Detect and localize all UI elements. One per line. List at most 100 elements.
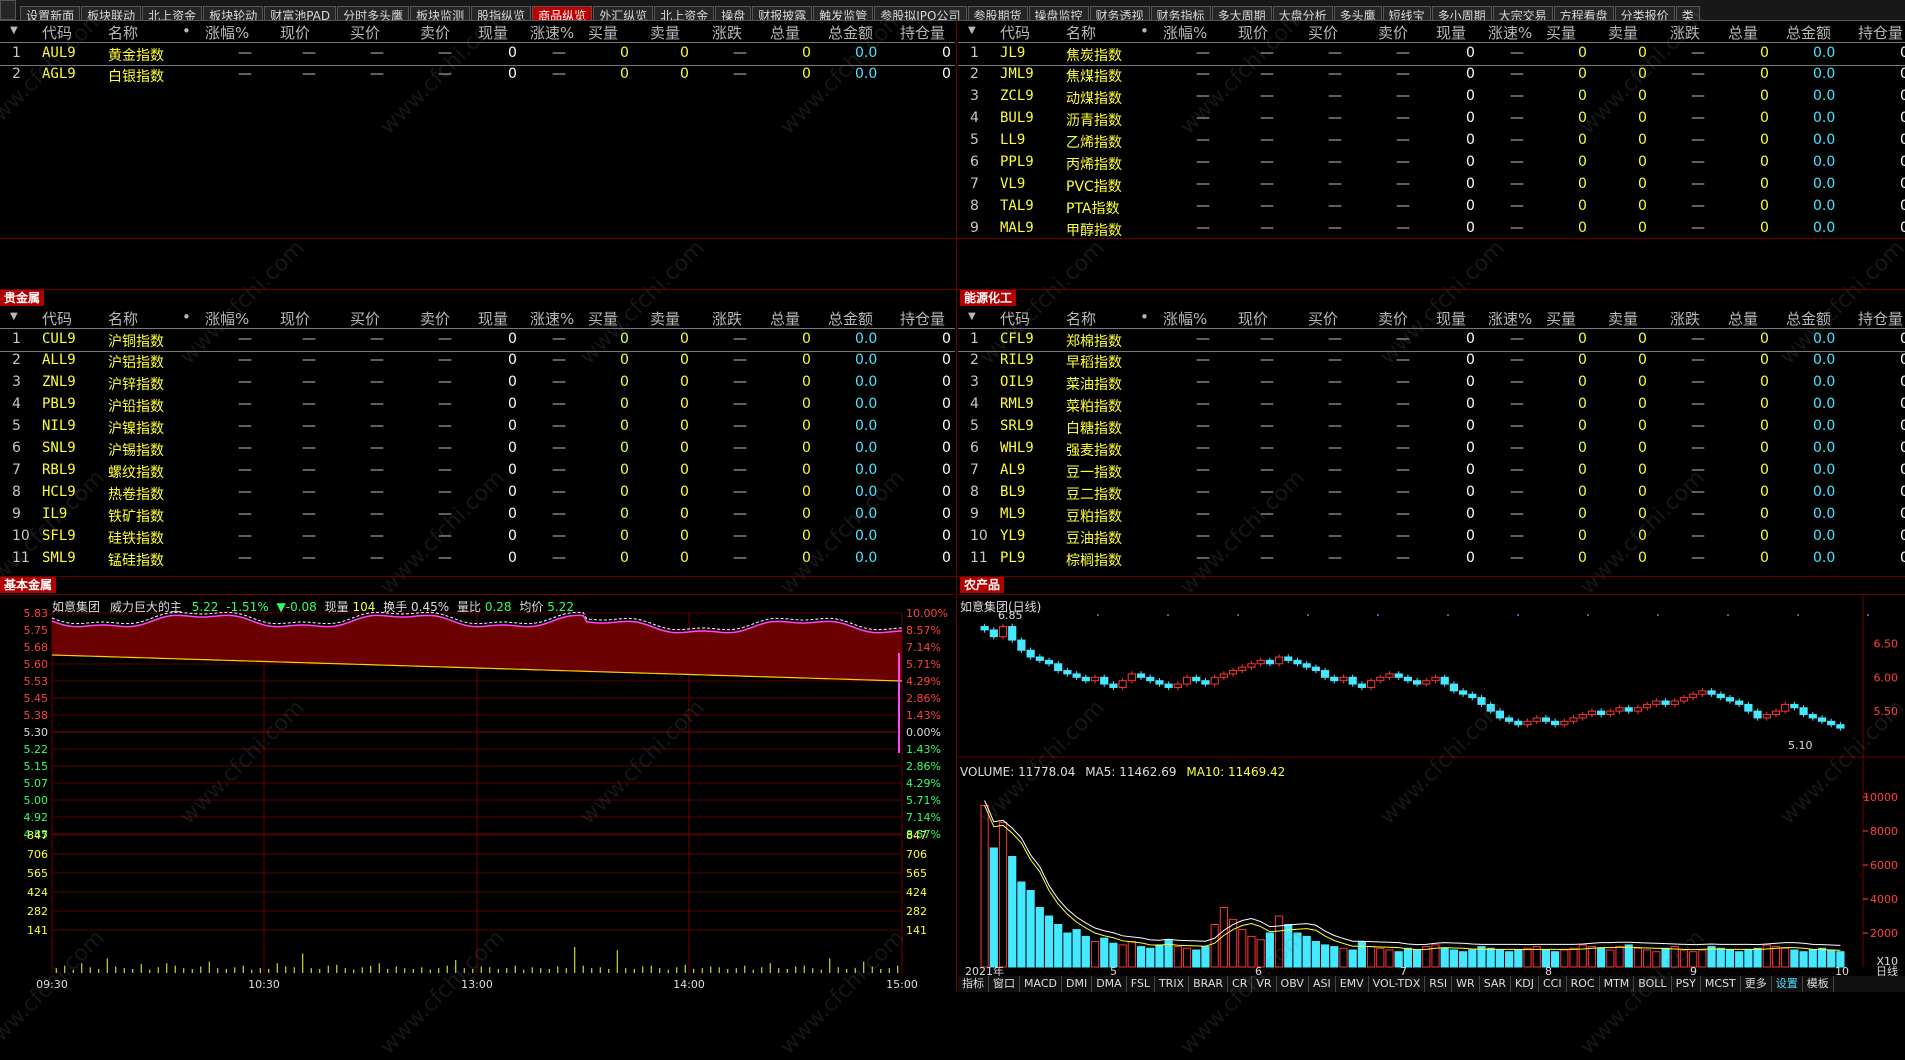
indicator-tab[interactable]: VOL-TDX [1369,976,1426,992]
col-header[interactable]: 涨幅% [205,308,249,329]
indicator-tab[interactable]: ASI [1309,976,1336,992]
indicator-tab[interactable]: EMV [1336,976,1369,992]
table-row[interactable]: 6 PPL9 丙烯指数 — — — — 0 — 0 0 — 0 0.0 0 [958,152,1905,174]
indicator-tab[interactable]: 窗口 [989,976,1020,992]
indicator-tab[interactable]: SAR [1480,976,1512,992]
table-row[interactable]: 2 ALL9 沪铝指数 — — — — 0 — 0 0 — 0 0.0 0 [0,350,955,372]
col-header[interactable]: 涨速% [1488,308,1532,329]
col-header[interactable]: 总量 [1728,22,1758,43]
table-row[interactable]: 10 SFL9 硅铁指数 — — — — 0 — 0 0 — 0 0.0 0 [0,526,955,548]
table-row[interactable]: 4 PBL9 沪铅指数 — — — — 0 — 0 0 — 0 0.0 0 [0,394,955,416]
tab-7[interactable]: 股指纵览 [471,6,532,20]
indicator-tab[interactable]: OBV [1277,976,1309,992]
col-header[interactable]: 涨幅% [205,22,249,43]
indicator-tab[interactable]: CR [1228,976,1253,992]
panel-label-base-metal[interactable]: 基本金属 [0,577,57,593]
col-header[interactable]: 持仓量 [1858,22,1903,43]
indicator-tab[interactable]: 模板 [1803,976,1834,992]
col-header[interactable]: 买价 [350,22,380,43]
col-header[interactable]: • [1140,22,1149,40]
col-header[interactable]: 涨速% [1488,22,1532,43]
table-row[interactable]: 8 BL9 豆二指数 — — — — 0 — 0 0 — 0 0.0 0 [958,482,1905,504]
table-row[interactable]: 9 MAL9 甲醇指数 — — — — 0 — 0 0 — 0 0.0 0 [958,218,1905,238]
tab-6[interactable]: 板块监测 [410,6,471,20]
table-row[interactable]: 7 AL9 豆一指数 — — — — 0 — 0 0 — 0 0.0 0 [958,460,1905,482]
col-header[interactable]: 总量 [770,308,800,329]
tab-27[interactable]: 类 [1675,6,1700,20]
indicator-tab[interactable]: 更多 [1741,976,1772,992]
table-row[interactable]: 10 YL9 豆油指数 — — — — 0 — 0 0 — 0 0.0 0 [958,526,1905,548]
tab-14[interactable]: 参股拟IPO公司 [874,6,967,20]
indicator-tab[interactable]: ROC [1567,976,1600,992]
indicator-tab[interactable]: KDJ [1511,976,1539,992]
col-header[interactable]: 代码 [1000,22,1030,43]
indicator-tab[interactable]: 设置 [1772,976,1803,992]
col-header[interactable]: 买量 [588,22,618,43]
col-header[interactable]: 总量 [770,22,800,43]
tab-13[interactable]: 触发监管 [813,6,874,20]
col-header[interactable]: 卖量 [1608,22,1638,43]
table-row[interactable]: 3 OIL9 菜油指数 — — — — 0 — 0 0 — 0 0.0 0 [958,372,1905,394]
tab-9[interactable]: 外汇纵览 [593,6,654,20]
tab-26[interactable]: 分类报价 [1614,6,1675,20]
table-row[interactable]: 1 AUL9 黄金指数 — — — — 0 — 0 0 — 0 0.0 0 [0,42,955,66]
col-header[interactable]: 持仓量 [900,22,945,43]
indicator-tab[interactable]: TRIX [1155,976,1190,992]
col-header[interactable]: 买量 [1546,308,1576,329]
col-header[interactable]: 名称 [1066,22,1096,43]
col-header[interactable]: 现价 [280,22,310,43]
col-header[interactable]: 现量 [478,22,508,43]
col-header[interactable]: 总金额 [1786,308,1831,329]
col-header[interactable]: 买价 [1308,308,1338,329]
sort-arrow-icon[interactable]: ▼ [10,311,18,322]
col-header[interactable]: 卖量 [650,308,680,329]
col-header[interactable]: 现价 [280,308,310,329]
indicator-tab[interactable]: MCST [1701,976,1741,992]
col-header[interactable]: • [182,22,191,40]
table-row[interactable]: 8 HCL9 热卷指数 — — — — 0 — 0 0 — 0 0.0 0 [0,482,955,504]
sort-arrow-icon[interactable]: ▼ [10,25,18,36]
indicator-tab[interactable]: WR [1452,976,1480,992]
table-row[interactable]: 6 WHL9 强麦指数 — — — — 0 — 0 0 — 0 0.0 0 [958,438,1905,460]
col-header[interactable]: 涨跌 [712,22,742,43]
daily-chart[interactable]: 如意集团(日线) VOLUME: 11778.04 MA5: 11462.69 … [958,594,1905,992]
tab-25[interactable]: 方程看盘 [1553,6,1614,20]
table-row[interactable]: 5 LL9 乙烯指数 — — — — 0 — 0 0 — 0 0.0 0 [958,130,1905,152]
table-row[interactable]: 9 IL9 铁矿指数 — — — — 0 — 0 0 — 0 0.0 0 [0,504,955,526]
col-header[interactable]: 代码 [42,22,72,43]
table-row[interactable]: 5 SRL9 白糖指数 — — — — 0 — 0 0 — 0 0.0 0 [958,416,1905,438]
tab-2[interactable]: 北上资金 [142,6,203,20]
intraday-chart[interactable]: 如意集团 威力巨大的主 5.22 -1.51% ▼-0.08 现量 104 换手… [0,594,955,992]
tab-19[interactable]: 多大周期 [1211,6,1272,20]
tab-12[interactable]: 财报披露 [752,6,813,20]
col-header[interactable]: 涨速% [530,22,574,43]
col-header[interactable]: 卖价 [420,22,450,43]
tab-3[interactable]: 板块轮动 [203,6,264,20]
col-header[interactable]: 涨跌 [1670,308,1700,329]
col-header[interactable]: 买价 [1308,22,1338,43]
col-header[interactable]: 涨跌 [1670,22,1700,43]
panel-label-energy[interactable]: 能源化工 [960,290,1017,306]
tab-5[interactable]: 分时多头鹰 [337,6,410,20]
indicator-tab[interactable]: RSI [1425,976,1453,992]
tab-10[interactable]: 北上资金 [654,6,715,20]
indicator-tab[interactable]: CCI [1539,976,1567,992]
table-row[interactable]: 11 PL9 棕榈指数 — — — — 0 — 0 0 — 0 0.0 0 [958,548,1905,570]
indicator-tab[interactable]: BRAR [1189,976,1229,992]
table-row[interactable]: 7 RBL9 螺纹指数 — — — — 0 — 0 0 — 0 0.0 0 [0,460,955,482]
tab-21[interactable]: 多头鹰 [1333,6,1382,20]
col-header[interactable]: 名称 [1066,308,1096,329]
panel-label-precious[interactable]: 贵金属 [0,290,45,306]
col-header[interactable]: • [182,308,191,326]
col-header[interactable]: 总金额 [828,22,873,43]
col-header[interactable]: 名称 [108,22,138,43]
col-header[interactable]: 卖量 [1608,308,1638,329]
tab-18[interactable]: 财务指标 [1150,6,1211,20]
col-header[interactable]: 涨幅% [1163,308,1207,329]
table-row[interactable]: 3 ZNL9 沪锌指数 — — — — 0 — 0 0 — 0 0.0 0 [0,372,955,394]
col-header[interactable]: 现价 [1238,22,1268,43]
indicator-tab[interactable]: VR [1252,976,1277,992]
tab-0[interactable]: 设置新面 [20,6,81,20]
col-header[interactable]: 总金额 [828,308,873,329]
tab-scroll-left-icon[interactable] [0,0,16,20]
